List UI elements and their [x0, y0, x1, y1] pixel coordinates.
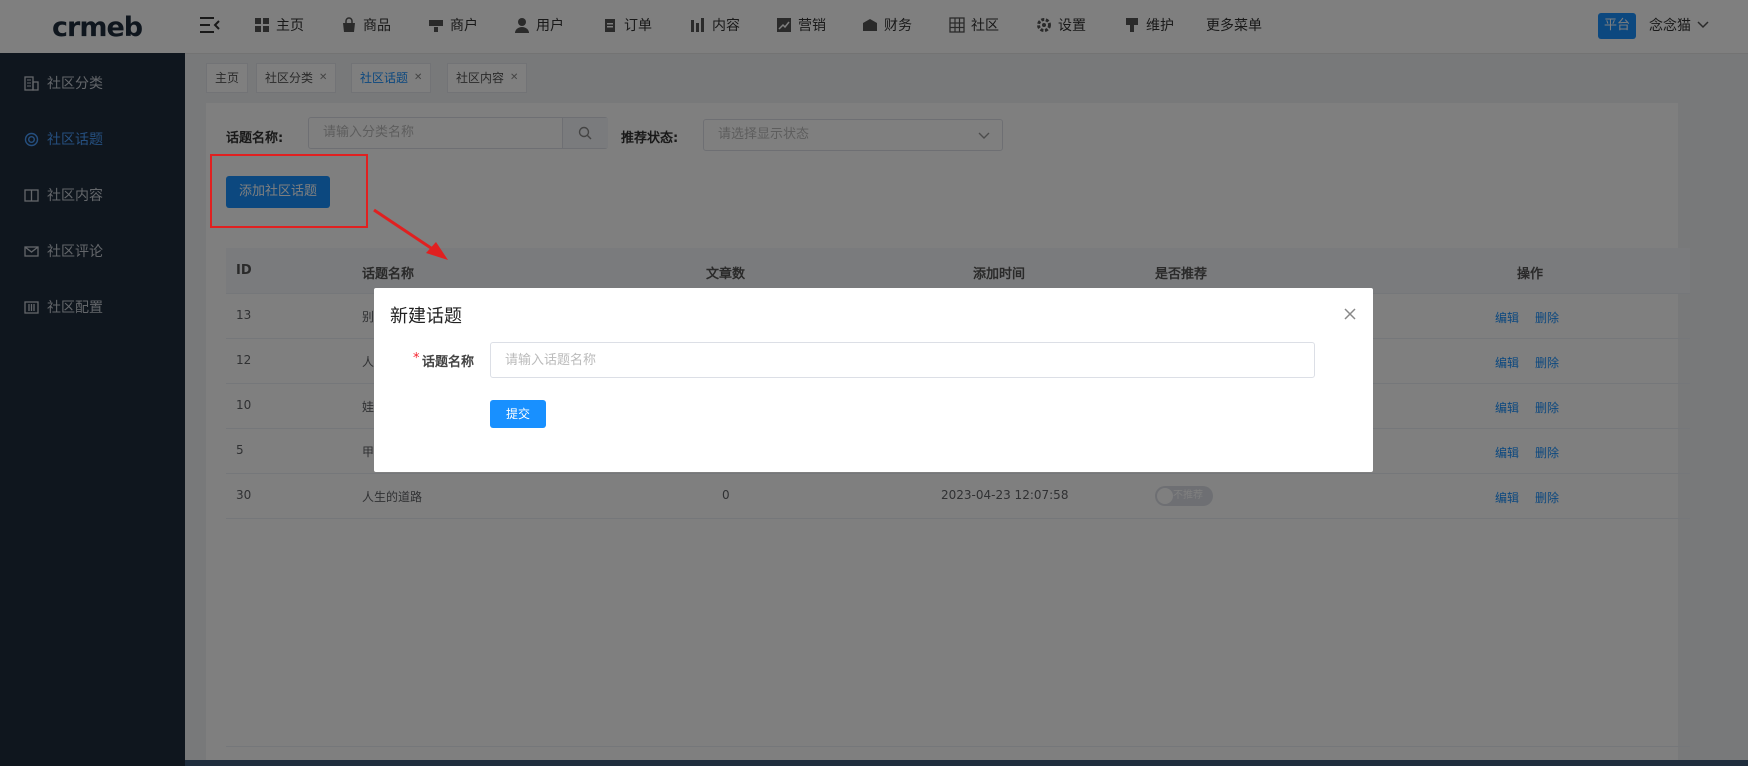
new-topic-dialog	[374, 288, 1373, 472]
submit-button[interactable]: 提交	[490, 400, 546, 428]
topic-name-input[interactable]	[490, 342, 1315, 378]
annotation-highlight-box	[210, 154, 368, 228]
topic-name-field-label: 话题名称	[422, 355, 475, 370]
annotation-arrow-icon	[373, 208, 448, 260]
close-icon[interactable]	[1342, 306, 1358, 322]
bottom-edge	[185, 760, 1748, 766]
dialog-title: 新建话题	[390, 306, 462, 327]
required-marker: *	[413, 351, 420, 366]
